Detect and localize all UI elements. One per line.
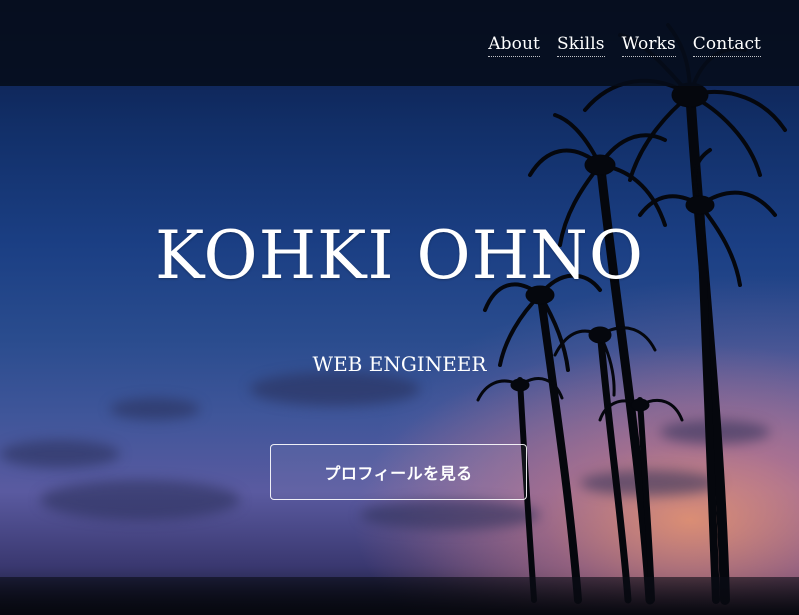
nav-link-contact[interactable]: Contact <box>692 33 761 57</box>
view-profile-button[interactable]: プロフィールを見る <box>270 444 527 500</box>
hero-title: KOHKI OHNO <box>154 217 645 294</box>
nav-link-about[interactable]: About <box>488 33 540 57</box>
main-nav: About Skills Works Contact <box>488 33 761 57</box>
palm-trees-silhouette <box>476 23 787 605</box>
ground-silhouette <box>0 577 799 615</box>
nav-link-skills[interactable]: Skills <box>556 33 605 57</box>
top-navigation-bar: About Skills Works Contact <box>0 0 799 86</box>
hero-subtitle: WEB ENGINEER <box>312 352 487 376</box>
nav-link-works[interactable]: Works <box>621 33 676 57</box>
hero-section: About Skills Works Contact KOHKI OHNO WE… <box>0 0 799 615</box>
